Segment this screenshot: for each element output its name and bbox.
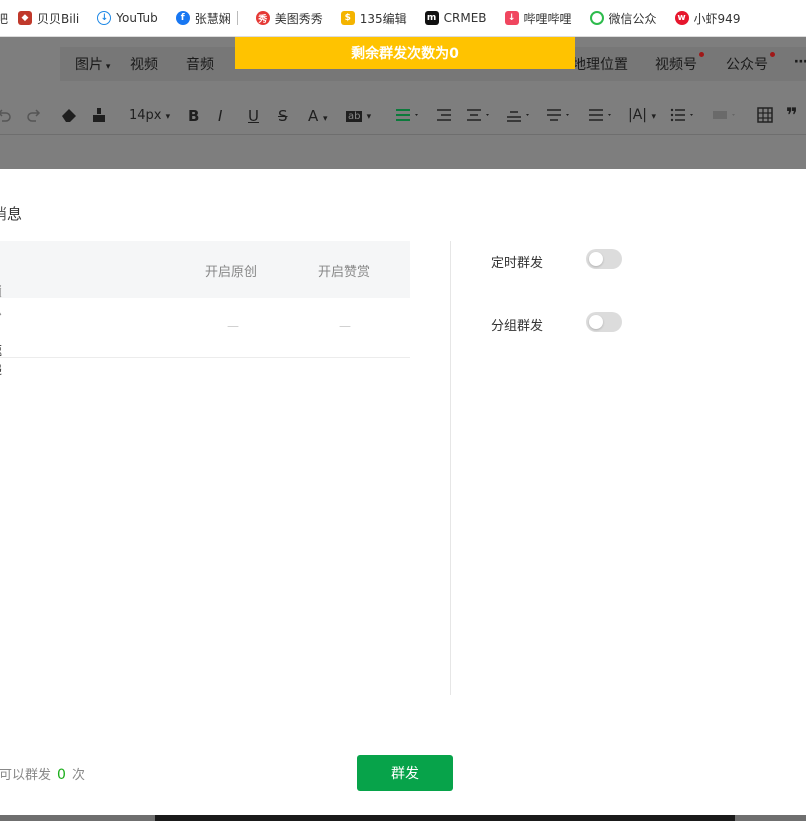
bookmark-label: 美图秀秀 [274, 11, 323, 26]
crmeb-icon: m [424, 11, 439, 25]
group-send-label: 分组群发 [491, 319, 544, 334]
table-row: 讯速递 — — [0, 298, 410, 378]
separator [236, 11, 238, 25]
editor-135-icon: $ [340, 11, 355, 25]
bookmark-label: 微信公众 [608, 11, 657, 26]
menu-official-account[interactable]: 公众号 [726, 52, 775, 74]
mass-send-dialog: 消息 发消息 开启原创 开启赞赏 讯速递 — — 定时群发 分组群发 可以群发0… [0, 169, 806, 815]
menu-channels[interactable]: 视频号 [655, 52, 704, 74]
original-status: — [227, 319, 239, 333]
bookmark-label: 135编辑 [359, 11, 407, 26]
italic-icon[interactable]: I [218, 107, 222, 125]
menu-video[interactable]: 视频 [130, 54, 158, 74]
eraser-icon[interactable] [60, 107, 78, 123]
bookmark-label: 吧 [0, 10, 8, 27]
message-table: 发消息 开启原创 开启赞赏 讯速递 — — [0, 241, 410, 378]
remaining-quota-toast: 剩余群发次数为0 [235, 37, 575, 69]
wechat-icon [589, 11, 604, 25]
bookmark-facebook[interactable]: f 张慧娴 [175, 7, 238, 29]
facebook-icon: f [175, 11, 190, 25]
page-background [0, 815, 806, 821]
list-icon[interactable] [670, 107, 696, 123]
bookmark-label: 张慧娴 [194, 11, 231, 26]
toggle-knob [589, 252, 603, 266]
text-direction-icon[interactable]: |A| ▾ [628, 107, 656, 123]
remaining-count-text: 可以群发 0 次 [0, 767, 85, 783]
bookmark-crmeb[interactable]: m CRMEB [424, 7, 487, 29]
cloud-download-icon: ↓ [97, 11, 112, 25]
format-painter-icon[interactable] [91, 107, 107, 123]
toggle-knob [589, 315, 603, 329]
redo-icon[interactable] [26, 107, 42, 123]
group-send-toggle[interactable] [586, 312, 622, 332]
bookmark-weibo[interactable]: w 小虾949 [674, 7, 741, 29]
undo-icon[interactable] [0, 107, 12, 123]
line-height-icon[interactable] [506, 107, 532, 123]
underline-icon[interactable]: U [248, 107, 259, 125]
outdent-icon[interactable] [588, 107, 614, 123]
send-button[interactable]: 群发 [357, 755, 453, 791]
indent-icon[interactable] [436, 107, 452, 123]
bilibili-icon: ◆ [18, 11, 33, 25]
bookmark-label: 哔哩哔哩 [523, 11, 572, 26]
menu-more[interactable]: ⋯ [794, 54, 806, 70]
table-icon[interactable] [757, 107, 773, 123]
quote-icon[interactable]: ❞ [786, 103, 798, 127]
remaining-count: 0 [57, 767, 66, 783]
bookmark-meitu[interactable]: 秀 美图秀秀 [255, 7, 323, 29]
menu-image[interactable]: 图片 ▾ [75, 54, 110, 74]
bilibili-download-icon: ↓ [504, 11, 519, 25]
weibo-icon: w [674, 11, 689, 25]
reward-status: — [339, 319, 351, 333]
letter-spacing-icon[interactable] [546, 107, 572, 123]
bold-icon[interactable]: B [188, 107, 199, 125]
meitu-icon: 秀 [255, 11, 270, 25]
divider [0, 134, 806, 135]
font-size-select[interactable]: 14px ▾ [129, 108, 170, 123]
bookmarks-bar: 吧 ◆ 贝贝Bili ↓ YouTub f 张慧娴 秀 美图秀秀 $ 135编辑… [0, 0, 806, 37]
numbered-list-icon [712, 107, 738, 123]
font-color-icon[interactable]: A ▾ [308, 107, 328, 125]
scheduled-send-label: 定时群发 [491, 256, 544, 271]
highlight-icon[interactable]: ab ▾ [346, 108, 371, 123]
bookmark-label: CRMEB [443, 11, 487, 25]
notification-dot [699, 52, 704, 57]
table-header: 发消息 开启原创 开启赞赏 [0, 241, 410, 319]
dialog-title: 消息 [0, 205, 23, 223]
bookmark-wechat[interactable]: 微信公众 [589, 7, 657, 29]
bookmark-bilibili-download[interactable]: ↓ 哔哩哔哩 [504, 7, 572, 29]
bookmark-youtube[interactable]: ↓ YouTub [97, 7, 158, 29]
bookmark-bilibili[interactable]: ◆ 贝贝Bili [18, 7, 79, 29]
strikethrough-icon[interactable]: S [278, 107, 288, 125]
column-reward: 开启赞赏 [318, 265, 371, 280]
format-toolbar: 14px ▾ B I U S A ▾ ab ▾ |A| ▾ ❞ [0, 99, 806, 131]
paragraph-spacing-icon[interactable] [466, 107, 492, 123]
align-icon[interactable] [395, 107, 421, 123]
bookmark-0[interactable]: 吧 [0, 7, 8, 29]
scheduled-send-toggle[interactable] [586, 249, 622, 269]
bookmark-label: 小虾949 [693, 11, 741, 26]
bookmark-label: 贝贝Bili [37, 11, 80, 26]
divider [450, 241, 451, 695]
bookmark-135[interactable]: $ 135编辑 [340, 7, 407, 29]
column-original: 开启原创 [205, 265, 258, 280]
menu-audio[interactable]: 音频 [186, 54, 214, 74]
menu-location[interactable]: 地理位置 [572, 54, 628, 74]
bookmark-label: YouTub [116, 11, 158, 25]
notification-dot [770, 52, 775, 57]
